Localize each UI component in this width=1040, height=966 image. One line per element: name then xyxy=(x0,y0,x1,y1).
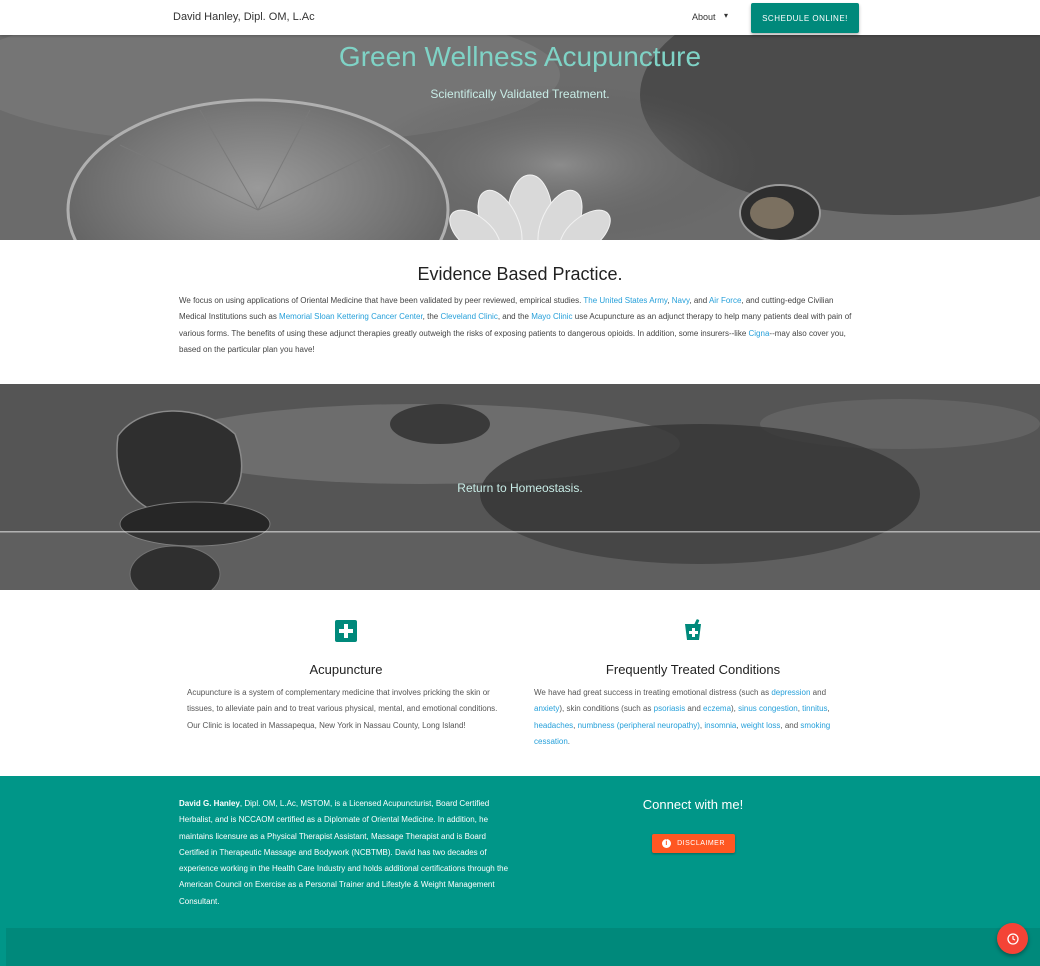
top-navbar: David Hanley, Dipl. OM, L.Ac About ▾ SCH… xyxy=(0,0,1040,35)
schedule-online-button[interactable]: SCHEDULE ONLINE! xyxy=(751,3,859,33)
acupuncture-text: Acupuncture is a system of complementary… xyxy=(187,688,498,730)
link-navy[interactable]: Navy xyxy=(672,296,690,305)
link-sinus-congestion[interactable]: sinus congestion xyxy=(738,704,798,713)
hero-subtitle: Scientifically Validated Treatment. xyxy=(430,87,610,101)
conditions-text-2: and xyxy=(810,688,827,697)
link-depression[interactable]: depression xyxy=(771,688,810,697)
conditions-text-4: and xyxy=(685,704,703,714)
acupuncture-title: Acupuncture xyxy=(309,662,383,677)
footer: David G. Hanley, Dipl. OM, L.Ac, MSTOM, … xyxy=(0,776,1040,966)
floating-action-button[interactable] xyxy=(997,923,1028,954)
link-tinnitus[interactable]: tinnitus xyxy=(802,704,827,713)
medical-cross-icon xyxy=(335,620,357,642)
link-psoriasis[interactable]: psoriasis xyxy=(654,704,686,713)
info-icon: i xyxy=(662,839,672,848)
link-eczema[interactable]: eczema xyxy=(703,704,731,713)
link-cleveland-clinic[interactable]: Cleveland Clinic xyxy=(440,312,497,321)
conditions-text-7: , xyxy=(827,704,830,714)
conditions-text: We have had great success in treating em… xyxy=(534,685,834,750)
homeostasis-banner: Return to Homeostasis. xyxy=(0,384,1040,590)
conditions-text-12: . xyxy=(567,736,571,746)
connect-heading: Connect with me! xyxy=(642,797,744,812)
link-mayo-clinic[interactable]: Mayo Clinic xyxy=(531,312,572,321)
link-air-force[interactable]: Air Force xyxy=(709,296,741,305)
footer-bottom-bar xyxy=(6,928,1040,966)
link-weight-loss[interactable]: weight loss xyxy=(741,721,781,730)
footer-bio: David G. Hanley, Dipl. OM, L.Ac, MSTOM, … xyxy=(179,796,514,910)
conditions-title: Frequently Treated Conditions xyxy=(605,662,781,677)
bio-text: , Dipl. OM, L.Ac, MSTOM, is a Licensed A… xyxy=(179,799,509,906)
evidence-sep-3: , the xyxy=(422,312,441,322)
banner-tagline: Return to Homeostasis. xyxy=(457,481,583,495)
brand-link[interactable]: David Hanley, Dipl. OM, L.Ac xyxy=(173,11,315,23)
link-msk[interactable]: Memorial Sloan Kettering Cancer Center xyxy=(279,312,423,321)
clock-icon xyxy=(1006,932,1019,945)
about-menu[interactable]: About xyxy=(692,12,716,22)
link-us-army[interactable]: The United States Army xyxy=(583,296,667,305)
link-cigna[interactable]: Cigna xyxy=(749,329,770,338)
evidence-sep-2: , and xyxy=(689,296,709,305)
hero-section: Green Wellness Acupuncture Scientificall… xyxy=(0,35,1040,240)
conditions-text-3: ), skin conditions (such as xyxy=(559,704,654,714)
disclaimer-button[interactable]: i DISCLAIMER xyxy=(652,834,735,853)
caret-down-icon[interactable]: ▾ xyxy=(724,11,728,20)
link-insomnia[interactable]: insomnia xyxy=(704,721,736,730)
bio-name: David G. Hanley xyxy=(179,799,240,808)
disclaimer-label: DISCLAIMER xyxy=(677,840,725,847)
evidence-sep-4: , and the xyxy=(497,312,532,322)
evidence-text-1: We focus on using applications of Orient… xyxy=(179,296,584,305)
conditions-text-11: , and xyxy=(780,720,801,730)
link-numbness[interactable]: numbness (peripheral neuropathy) xyxy=(578,721,700,730)
link-anxiety[interactable]: anxiety xyxy=(534,704,559,713)
conditions-text-1: We have had great success in treating em… xyxy=(534,688,772,697)
mortar-pestle-icon xyxy=(685,619,701,640)
evidence-paragraph: We focus on using applications of Orient… xyxy=(179,293,859,358)
evidence-heading: Evidence Based Practice. xyxy=(417,264,623,284)
hero-title: Green Wellness Acupuncture xyxy=(338,41,702,72)
link-headaches[interactable]: headaches xyxy=(534,721,573,730)
